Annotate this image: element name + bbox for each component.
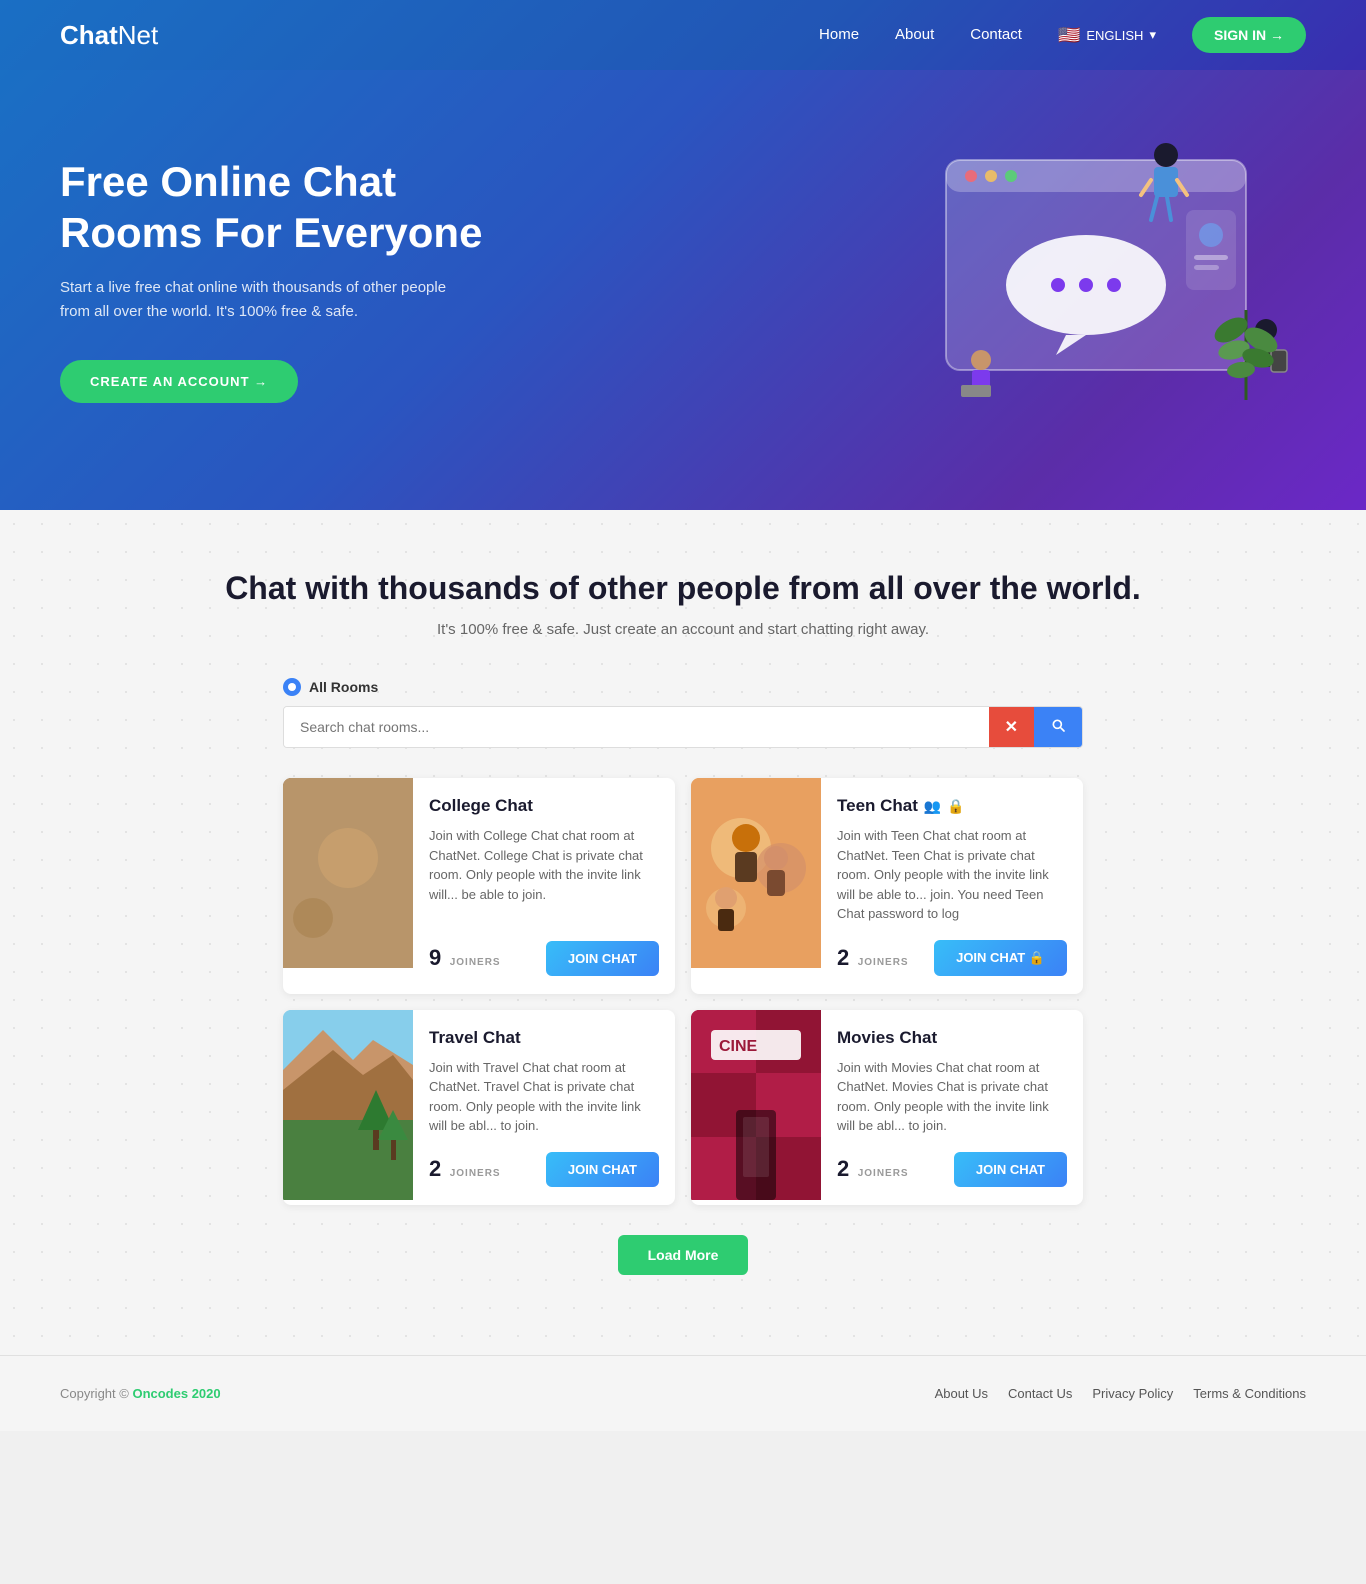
hero-title: Free Online Chat Rooms For Everyone bbox=[60, 157, 540, 258]
footer-about-us[interactable]: About Us bbox=[935, 1386, 988, 1401]
room-body-teen: Teen Chat 👥 🔒 Join with Teen Chat chat r… bbox=[821, 778, 1083, 994]
teen-illustration bbox=[691, 778, 821, 968]
signin-button[interactable]: SIGN IN → bbox=[1192, 17, 1306, 53]
room-name-teen: Teen Chat 👥 🔒 bbox=[837, 796, 1067, 816]
room-card-movies: CINE Movies Chat Join with Movies Chat c… bbox=[691, 1010, 1083, 1205]
room-name-travel: Travel Chat bbox=[429, 1028, 659, 1048]
search-go-button[interactable] bbox=[1034, 707, 1082, 747]
joiners-college: 9 JOINERS bbox=[429, 945, 501, 971]
section-title: Chat with thousands of other people from… bbox=[60, 570, 1306, 607]
room-desc-movies: Join with Movies Chat chat room at ChatN… bbox=[837, 1058, 1067, 1136]
joiners-movies: 2 JOINERS bbox=[837, 1156, 909, 1182]
room-body-college: College Chat Join with College Chat chat… bbox=[413, 778, 675, 994]
search-clear-button[interactable]: ✕ bbox=[989, 707, 1034, 747]
footer: Copyright © Oncodes 2020 About Us Contac… bbox=[0, 1355, 1366, 1431]
join-chat-movies-button[interactable]: JOIN CHAT bbox=[954, 1152, 1067, 1187]
brand-bold: Chat bbox=[60, 20, 118, 50]
footer-contact-us[interactable]: Contact Us bbox=[1008, 1386, 1072, 1401]
load-more-section: Load More bbox=[60, 1235, 1306, 1275]
create-account-button[interactable]: CREATE AN ACCOUNT → bbox=[60, 360, 298, 403]
room-footer-movies: 2 JOINERS JOIN CHAT bbox=[837, 1152, 1067, 1187]
join-chat-college-button[interactable]: JOIN CHAT bbox=[546, 941, 659, 976]
footer-privacy-policy[interactable]: Privacy Policy bbox=[1092, 1386, 1173, 1401]
footer-brand-link[interactable]: Oncodes 2020 bbox=[132, 1386, 220, 1401]
college-illustration bbox=[283, 778, 413, 968]
search-bar: ✕ bbox=[283, 706, 1083, 748]
room-name-movies: Movies Chat bbox=[837, 1028, 1067, 1048]
circle-icon bbox=[287, 682, 297, 692]
all-rooms-text: All Rooms bbox=[309, 679, 378, 695]
joiners-teen: 2 JOINERS bbox=[837, 945, 909, 971]
hero-section: Free Online Chat Rooms For Everyone Star… bbox=[0, 70, 1366, 510]
main-content: Chat with thousands of other people from… bbox=[0, 510, 1366, 1355]
all-rooms-icon bbox=[283, 678, 301, 696]
language-selector[interactable]: 🇺🇸 ENGLISH ▾ bbox=[1058, 25, 1156, 46]
room-body-movies: Movies Chat Join with Movies Chat chat r… bbox=[821, 1010, 1083, 1205]
room-card-college: College Chat Join with College Chat chat… bbox=[283, 778, 675, 994]
travel-illustration bbox=[283, 1010, 413, 1200]
flag-icon: 🇺🇸 bbox=[1058, 25, 1080, 46]
nav-contact[interactable]: Contact bbox=[970, 26, 1022, 43]
brand-light: Net bbox=[118, 20, 158, 50]
room-card-teen: Teen Chat 👥 🔒 Join with Teen Chat chat r… bbox=[691, 778, 1083, 994]
rooms-grid: College Chat Join with College Chat chat… bbox=[283, 778, 1083, 1205]
footer-links: About Us Contact Us Privacy Policy Terms… bbox=[935, 1386, 1306, 1401]
movies-illustration: CINE bbox=[691, 1010, 821, 1200]
hero-content: Free Online Chat Rooms For Everyone Star… bbox=[60, 157, 540, 403]
room-desc-teen: Join with Teen Chat chat room at ChatNet… bbox=[837, 826, 1067, 924]
hero-subtitle: Start a live free chat online with thous… bbox=[60, 276, 460, 324]
search-icon bbox=[1050, 717, 1066, 733]
navbar-nav: Home About Contact 🇺🇸 ENGLISH ▾ SIGN IN … bbox=[819, 17, 1306, 53]
lock-icon: 🔒 bbox=[947, 798, 964, 815]
footer-copyright: Copyright © Oncodes 2020 bbox=[60, 1386, 221, 1401]
room-card-travel: Travel Chat Join with Travel Chat chat r… bbox=[283, 1010, 675, 1205]
hero-illustration bbox=[886, 130, 1306, 430]
room-footer-teen: 2 JOINERS JOIN CHAT 🔒 bbox=[837, 940, 1067, 976]
room-image-travel bbox=[283, 1010, 413, 1200]
room-footer-college: 9 JOINERS JOIN CHAT bbox=[429, 941, 659, 976]
all-rooms-label: All Rooms bbox=[283, 678, 1083, 696]
chevron-down-icon: ▾ bbox=[1149, 27, 1156, 43]
joiners-travel: 2 JOINERS bbox=[429, 1156, 501, 1182]
room-image-college bbox=[283, 778, 413, 968]
nav-about[interactable]: About bbox=[895, 26, 934, 43]
search-input[interactable] bbox=[284, 707, 989, 747]
navbar: ChatNet Home About Contact 🇺🇸 ENGLISH ▾ … bbox=[0, 0, 1366, 70]
join-chat-teen-button[interactable]: JOIN CHAT 🔒 bbox=[934, 940, 1067, 976]
room-desc-travel: Join with Travel Chat chat room at ChatN… bbox=[429, 1058, 659, 1136]
svg-text:CINE: CINE bbox=[719, 1038, 758, 1055]
footer-terms[interactable]: Terms & Conditions bbox=[1193, 1386, 1306, 1401]
room-image-teen bbox=[691, 778, 821, 968]
hero-illustration-svg bbox=[886, 130, 1306, 430]
nav-home[interactable]: Home bbox=[819, 26, 859, 43]
people-icon: 👥 bbox=[924, 798, 941, 815]
room-desc-college: Join with College Chat chat room at Chat… bbox=[429, 826, 659, 925]
language-label: ENGLISH bbox=[1086, 28, 1143, 43]
navbar-brand: ChatNet bbox=[60, 20, 158, 51]
room-body-travel: Travel Chat Join with Travel Chat chat r… bbox=[413, 1010, 675, 1205]
room-image-movies: CINE bbox=[691, 1010, 821, 1200]
search-section: All Rooms ✕ bbox=[283, 678, 1083, 748]
join-chat-travel-button[interactable]: JOIN CHAT bbox=[546, 1152, 659, 1187]
load-more-button[interactable]: Load More bbox=[618, 1235, 749, 1275]
section-subtitle: It's 100% free & safe. Just create an ac… bbox=[60, 621, 1306, 638]
room-name-college: College Chat bbox=[429, 796, 659, 816]
room-footer-travel: 2 JOINERS JOIN CHAT bbox=[429, 1152, 659, 1187]
